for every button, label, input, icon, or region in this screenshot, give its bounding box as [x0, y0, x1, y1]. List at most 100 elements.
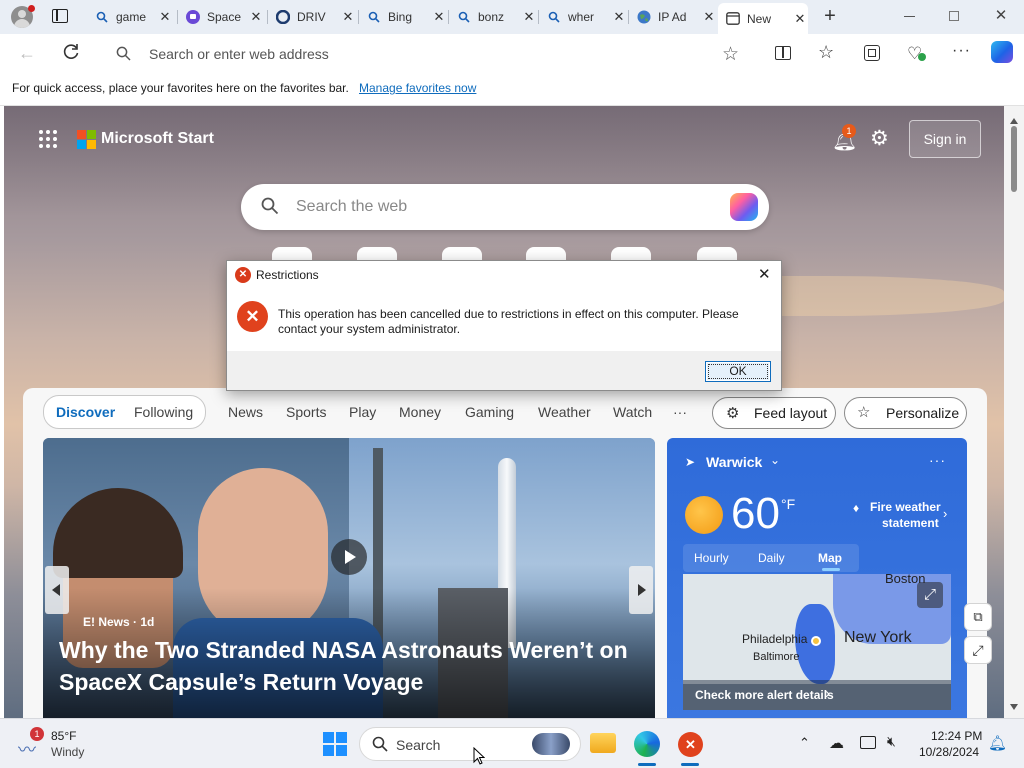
tab-actions-icon[interactable] — [52, 9, 68, 23]
weather-tab-daily[interactable]: Daily — [758, 551, 785, 565]
nav-watch[interactable]: Watch — [613, 404, 652, 420]
apps-grid-icon[interactable] — [39, 130, 57, 148]
dialog-close-icon[interactable]: ✕ — [758, 265, 771, 283]
dialog-message-line1: This operation has been cancelled due to… — [278, 307, 739, 321]
sign-in-button[interactable]: Sign in — [909, 120, 981, 158]
clock-date[interactable]: 10/28/2024 — [919, 745, 979, 759]
hero-headline-line2[interactable]: SpaceX Capsule’s Return Voyage — [59, 669, 423, 696]
hero-news-card[interactable]: E! News · 1d Why the Two Stranded NASA A… — [43, 438, 655, 718]
tab-wher[interactable]: wher ✕ — [539, 4, 627, 30]
refresh-icon[interactable] — [61, 42, 81, 62]
edge-browser-icon[interactable] — [634, 731, 660, 757]
weather-widget-desc[interactable]: Windy — [51, 745, 84, 759]
close-tab-icon[interactable]: ✕ — [792, 11, 808, 27]
weather-alert-line2[interactable]: statement — [882, 516, 939, 530]
collections-icon[interactable] — [864, 45, 880, 61]
feed-layout-button[interactable]: ⚙ Feed layout — [712, 397, 836, 429]
settings-gear-icon[interactable]: ⚙ — [870, 126, 889, 151]
tab-discover[interactable]: Discover — [56, 404, 115, 420]
nav-gaming[interactable]: Gaming — [465, 404, 514, 420]
tab-game[interactable]: game ✕ — [87, 4, 173, 30]
taskbar-search-label: Search — [396, 737, 441, 753]
close-tab-icon[interactable]: ✕ — [248, 9, 264, 25]
close-tab-icon[interactable]: ✕ — [340, 9, 356, 25]
fullscreen-button[interactable]: ⤢ — [964, 636, 992, 664]
dialog-titlebar[interactable]: ✕ Restrictions ✕ — [227, 261, 781, 289]
close-tab-icon[interactable]: ✕ — [611, 9, 627, 25]
volume-muted-icon[interactable]: 🔇︎ — [887, 733, 896, 750]
more-options-icon[interactable]: ··· — [952, 42, 971, 60]
nav-play[interactable]: Play — [349, 404, 376, 420]
play-video-button[interactable] — [331, 539, 367, 575]
nav-news[interactable]: News — [228, 404, 263, 420]
tab-bing[interactable]: Bing ✕ — [359, 4, 447, 30]
nav-sports[interactable]: Sports — [286, 404, 326, 420]
error-app-icon[interactable]: ✕ — [678, 732, 703, 757]
split-screen-icon[interactable] — [775, 46, 791, 60]
weather-tab-hourly[interactable]: Hourly — [694, 551, 729, 565]
weather-widget-temp[interactable]: 85°F — [51, 729, 76, 743]
chevron-right-icon[interactable]: › — [943, 506, 947, 521]
show-hidden-icons-icon[interactable]: ⌃ — [799, 735, 810, 751]
tab-label: bonz — [478, 10, 505, 24]
ms-start-brand[interactable]: Microsoft Start — [101, 130, 214, 148]
taskbar-search-box[interactable]: Search — [359, 727, 581, 761]
hero-headline-line1[interactable]: Why the Two Stranded NASA Astronauts Wer… — [59, 637, 628, 664]
tab-driv[interactable]: DRIV ✕ — [268, 4, 356, 30]
weather-tab-map[interactable]: Map — [818, 551, 842, 565]
clock-time[interactable]: 12:24 PM — [931, 729, 982, 743]
start-button[interactable] — [323, 732, 347, 756]
tab-space[interactable]: Space ✕ — [178, 4, 264, 30]
sparkle-icon: ☆ — [857, 404, 871, 421]
file-explorer-icon[interactable] — [590, 733, 616, 753]
weather-alert-link[interactable]: Check more alert details › — [683, 680, 951, 710]
tab-following[interactable]: Following — [134, 404, 193, 420]
tab-new-tab[interactable]: New ✕ — [718, 3, 808, 34]
taskbar: 〰 1 85°F Windy Search ✕ ⌃ ☁ 🔇︎ 12:24 PM … — [0, 718, 1024, 768]
web-search-input[interactable]: Search the web — [296, 198, 407, 216]
chevron-down-icon[interactable]: ⌄ — [770, 453, 780, 467]
dialog-title: Restrictions — [256, 268, 319, 282]
nav-money[interactable]: Money — [399, 404, 441, 420]
close-tab-icon[interactable]: ✕ — [701, 9, 717, 25]
favorites-icon[interactable]: ☆ — [818, 42, 834, 63]
feedback-button[interactable]: ⧉ — [964, 603, 992, 631]
new-tab-button[interactable]: + — [820, 5, 840, 27]
favorite-star-icon[interactable]: ☆ — [722, 43, 739, 66]
nav-weather[interactable]: Weather — [538, 404, 591, 420]
carousel-next-button[interactable] — [629, 566, 653, 614]
address-bar[interactable]: Search or enter web address ☆ — [100, 38, 760, 68]
web-search-box[interactable]: Search the web — [241, 184, 769, 230]
weather-more-icon[interactable]: ··· — [929, 452, 946, 468]
notifications-bell-icon[interactable]: 🔔︎ — [988, 734, 1007, 752]
close-tab-icon[interactable]: ✕ — [157, 9, 173, 25]
minimize-button[interactable] — [904, 16, 915, 17]
personalize-button[interactable]: ☆ Personalize — [844, 397, 967, 429]
scrollbar-thumb[interactable] — [1011, 126, 1017, 192]
close-tab-icon[interactable]: ✕ — [521, 9, 537, 25]
restore-button[interactable] — [949, 11, 959, 21]
expand-map-icon[interactable]: ⤢ — [917, 582, 943, 608]
address-input[interactable]: Search or enter web address — [149, 46, 329, 62]
copilot-icon[interactable] — [730, 193, 758, 221]
back-button[interactable]: ← — [18, 44, 38, 62]
weather-alert-line1[interactable]: Fire weather — [870, 500, 941, 514]
close-window-button[interactable]: ✕ — [993, 6, 1009, 26]
tab-bonz[interactable]: bonz ✕ — [449, 4, 537, 30]
network-icon[interactable] — [860, 736, 876, 749]
carousel-prev-button[interactable] — [45, 566, 69, 614]
discover-following-toggle: Discover Following — [43, 395, 206, 429]
close-tab-icon[interactable]: ✕ — [431, 9, 447, 25]
tab-ip-address[interactable]: IP Ad ✕ — [629, 4, 717, 30]
nav-more[interactable]: ··· — [673, 404, 687, 420]
copilot-icon[interactable] — [991, 41, 1013, 63]
search-icon — [372, 736, 388, 752]
weather-location[interactable]: Warwick — [706, 454, 762, 470]
search-icon — [261, 197, 279, 215]
weather-card[interactable]: ➤ Warwick ⌄ ··· 60 °F ♦ Fire weather sta… — [667, 438, 967, 718]
onedrive-off-icon[interactable]: ☁ — [829, 734, 844, 752]
sliders-icon: ⚙ — [726, 405, 740, 422]
manage-favorites-link[interactable]: Manage favorites now — [359, 81, 476, 95]
page-scrollbar[interactable] — [1004, 106, 1024, 718]
ok-button[interactable]: OK — [705, 361, 771, 382]
